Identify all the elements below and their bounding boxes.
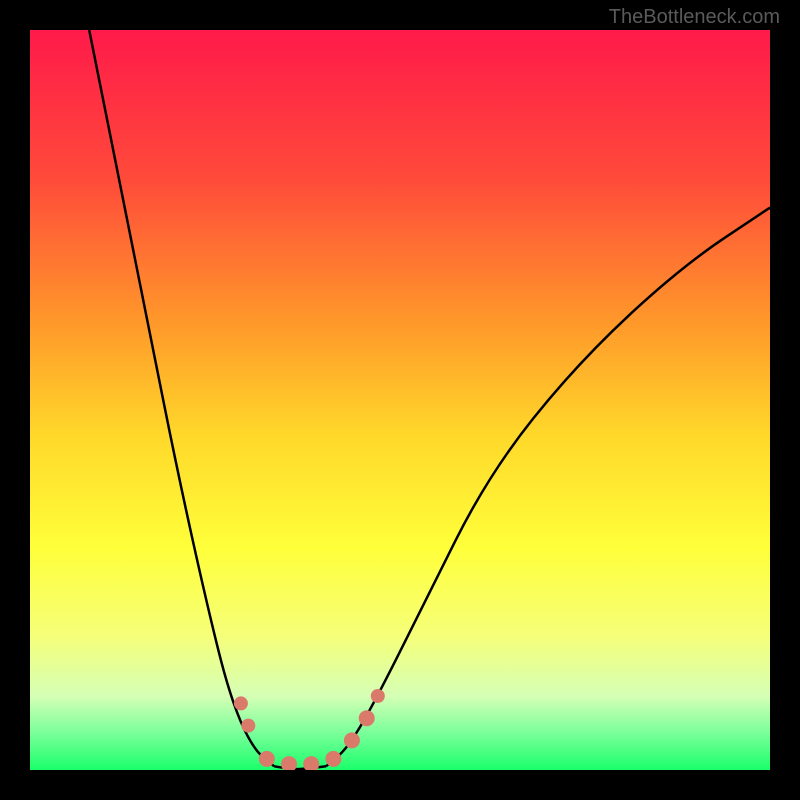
chart-frame — [30, 30, 770, 770]
bottleneck-marker — [371, 689, 385, 703]
watermark-text: TheBottleneck.com — [609, 6, 780, 29]
bottleneck-marker — [234, 696, 248, 710]
bottleneck-marker — [344, 732, 360, 748]
bottleneck-marker — [259, 751, 275, 767]
bottleneck-marker — [303, 756, 319, 770]
chart-markers-layer — [30, 30, 770, 770]
bottleneck-marker — [359, 710, 375, 726]
bottleneck-marker — [281, 756, 297, 770]
bottleneck-marker — [325, 751, 341, 767]
bottleneck-marker — [241, 719, 255, 733]
